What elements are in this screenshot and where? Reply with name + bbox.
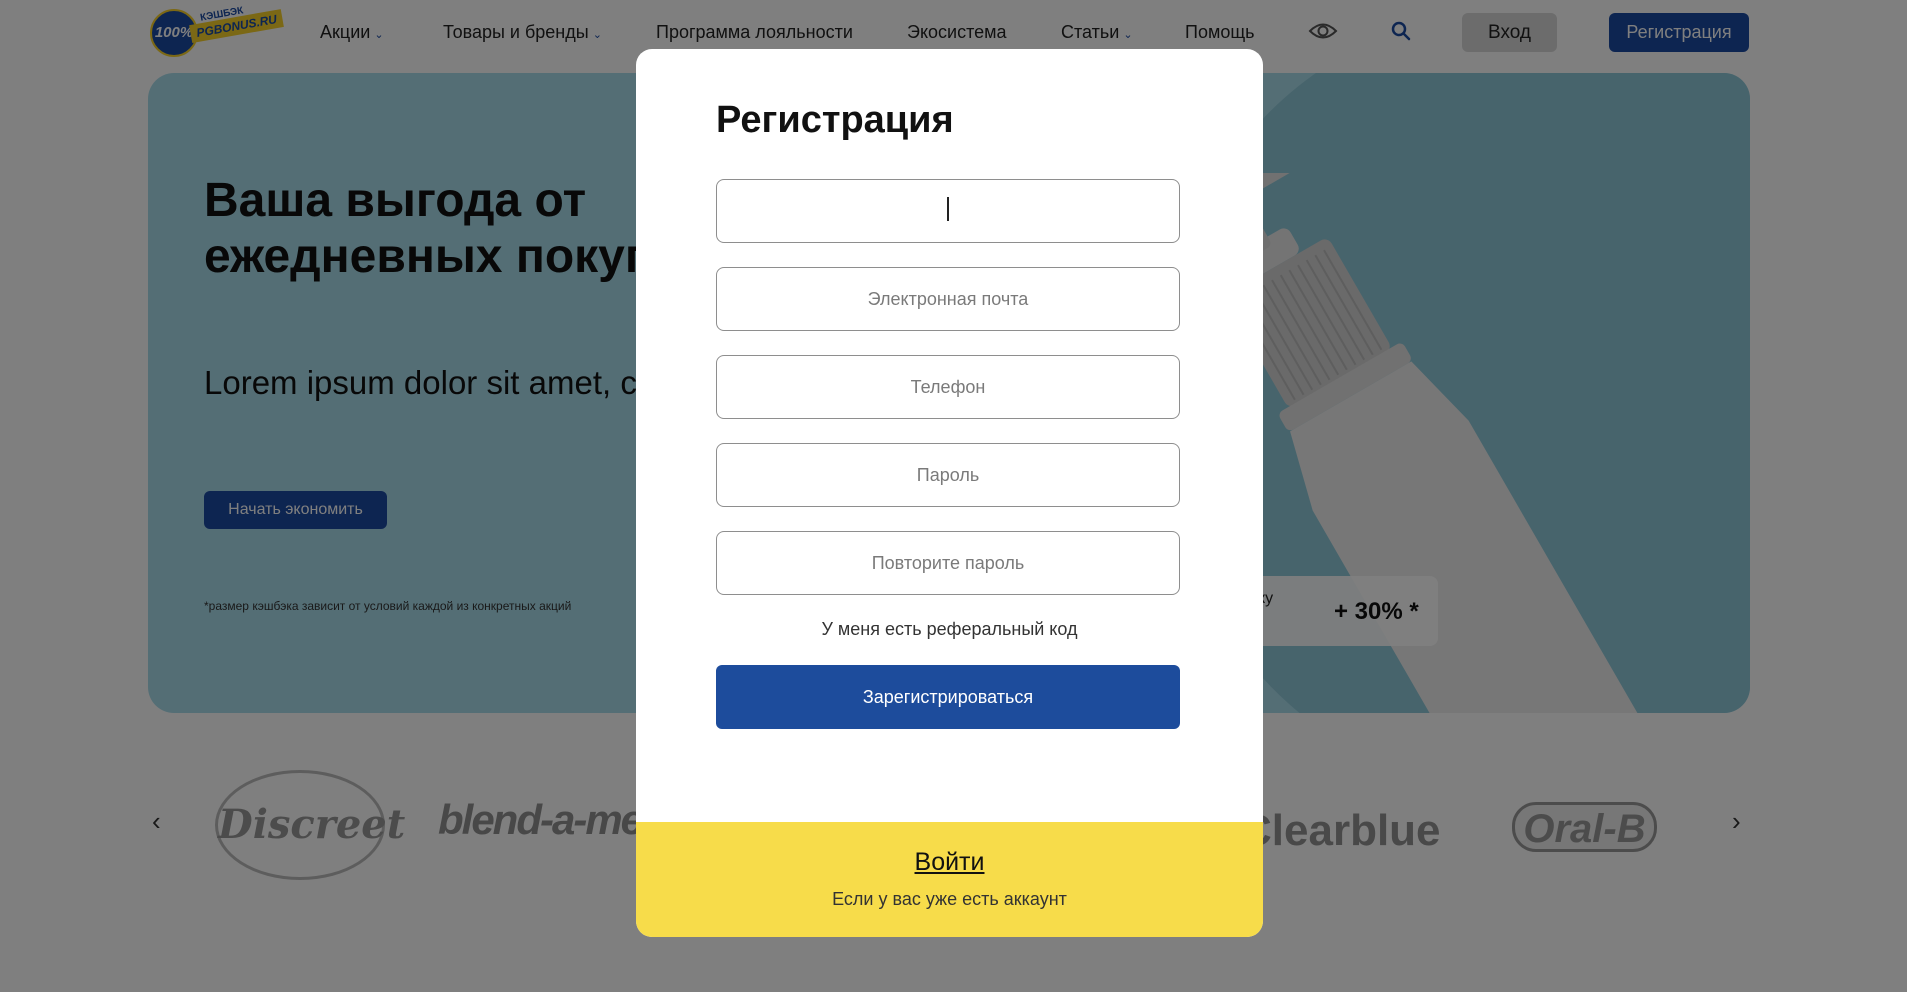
text-cursor — [947, 197, 949, 221]
modal-title: Регистрация — [716, 99, 954, 141]
phone-field[interactable] — [716, 355, 1180, 419]
password-field[interactable] — [716, 443, 1180, 507]
password-repeat-field[interactable] — [716, 531, 1180, 595]
referral-code-link[interactable]: У меня есть реферальный код — [636, 619, 1263, 640]
submit-register-button[interactable]: Зарегистрироваться — [716, 665, 1180, 729]
registration-modal: Регистрация У меня есть реферальный код … — [636, 49, 1263, 937]
login-hint: Если у вас уже есть аккаунт — [832, 889, 1067, 909]
modal-footer: Войти Если у вас уже есть аккаунт — [636, 822, 1263, 937]
email-field[interactable] — [716, 267, 1180, 331]
login-link[interactable]: Войти — [636, 848, 1263, 877]
